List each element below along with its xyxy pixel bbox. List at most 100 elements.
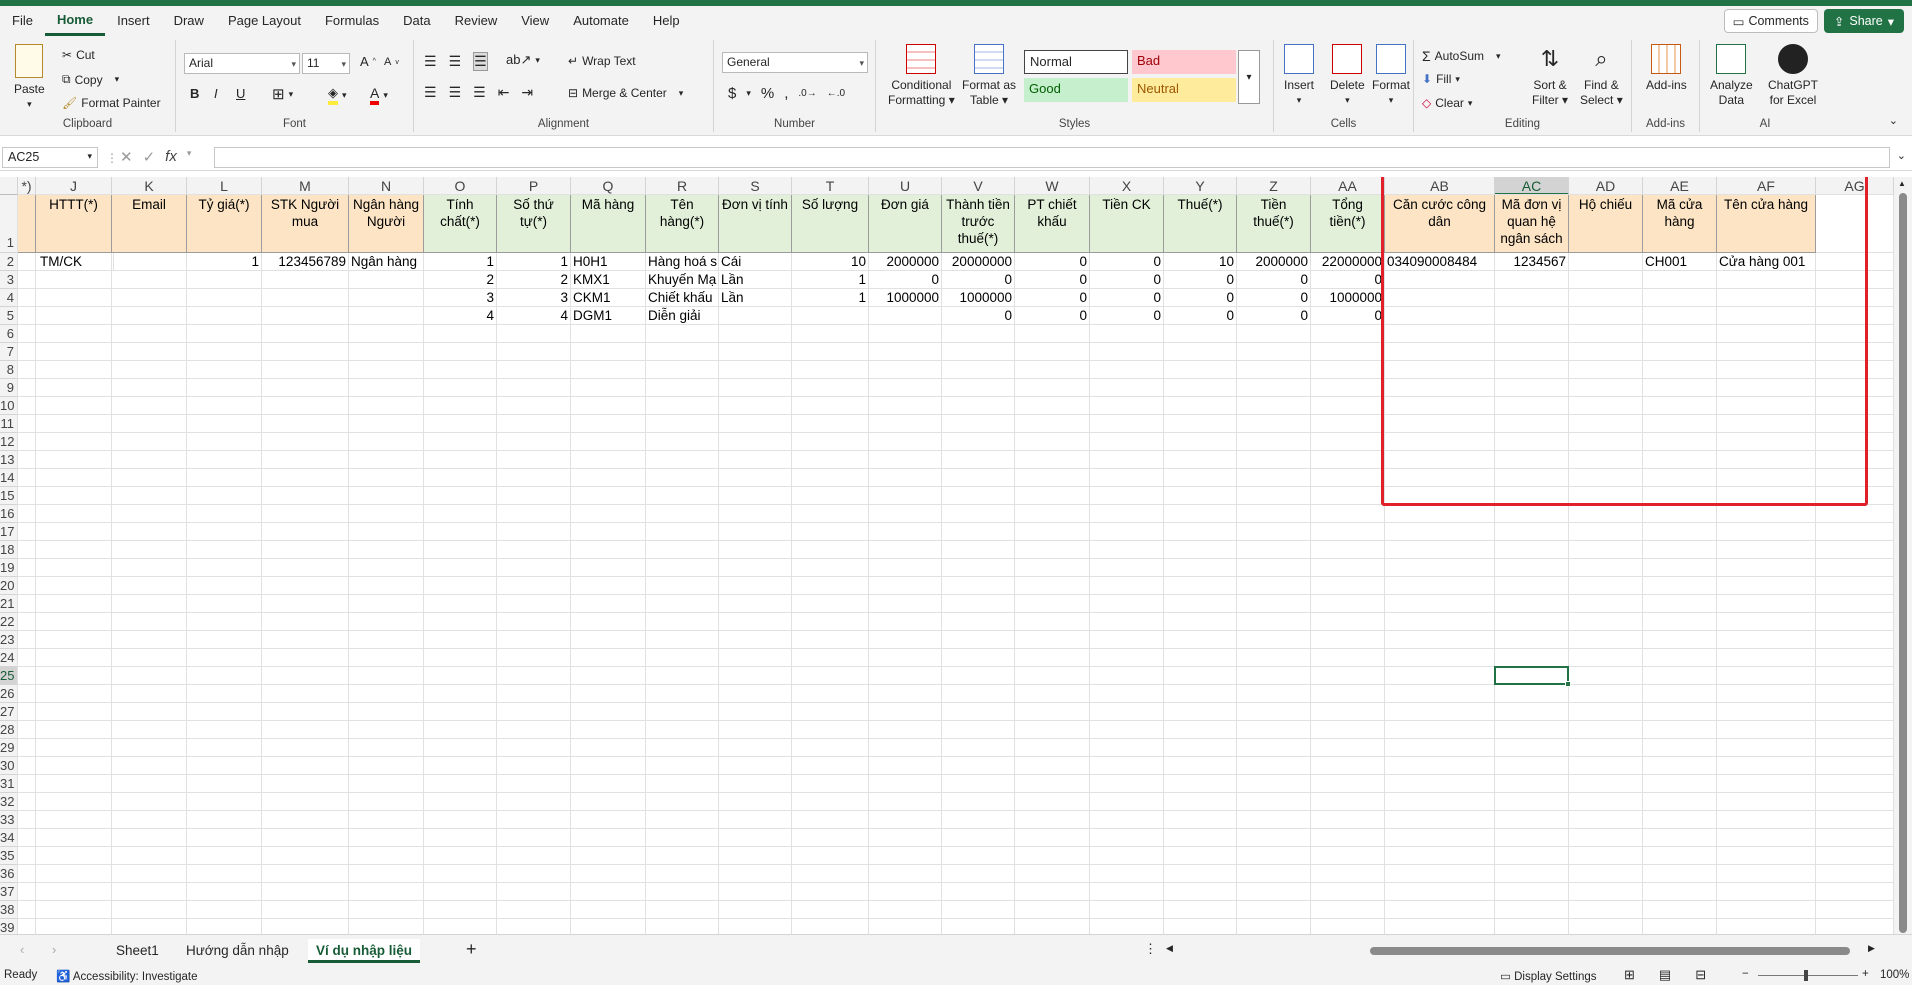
zoom-slider[interactable] (1758, 970, 1858, 981)
data-cell[interactable]: Lần (719, 289, 792, 307)
cancel-icon[interactable]: ✕ (120, 148, 133, 166)
row-header[interactable]: 24 (0, 649, 18, 667)
row-header[interactable]: 4 (0, 289, 18, 307)
data-cell[interactable]: DGM1 (571, 307, 646, 325)
cut-button[interactable]: ✂ Cut (62, 48, 95, 62)
data-cell[interactable]: 0 (1237, 307, 1311, 325)
horizontal-scroll-thumb[interactable] (1370, 947, 1850, 955)
active-cell-selection[interactable] (1494, 666, 1571, 687)
data-cell[interactable]: 1 (497, 253, 571, 271)
data-cell[interactable]: H0H1 (571, 253, 646, 271)
header-cell[interactable]: Tên hàng(*) (646, 195, 719, 253)
column-header[interactable]: R (646, 177, 719, 195)
row-header[interactable]: 31 (0, 775, 18, 793)
align-left-icon[interactable]: ☰ (424, 84, 437, 101)
zoom-slider-thumb[interactable] (1804, 970, 1808, 981)
data-cell[interactable]: 1 (187, 253, 262, 271)
horizontal-align-buttons[interactable]: ☰ ☰ ☰ ⇤ ⇥ (424, 84, 533, 101)
data-cell[interactable]: 2 (424, 271, 497, 289)
row-header[interactable]: 16 (0, 505, 18, 523)
header-cell[interactable]: PT chiết khấu (1015, 195, 1090, 253)
format-cells-button[interactable]: Format ▾ (1372, 44, 1410, 108)
vertical-scroll-thumb[interactable] (1899, 193, 1907, 933)
column-header[interactable]: T (792, 177, 869, 195)
sheet-tab-huong-dan[interactable]: Hướng dẫn nhập (178, 939, 297, 963)
vertical-align-buttons[interactable]: ☰ ☰ ☰ (424, 52, 488, 71)
data-cell[interactable]: 0 (1015, 307, 1090, 325)
align-top-icon[interactable]: ☰ (424, 53, 437, 70)
addins-button[interactable]: Add-ins (1646, 44, 1687, 93)
row-header[interactable]: 29 (0, 739, 18, 757)
data-cell[interactable]: Cái (719, 253, 792, 271)
currency-icon[interactable]: $ (728, 85, 736, 102)
data-cell[interactable]: 0 (1164, 307, 1237, 325)
formula-bar-menu-icon[interactable]: ⋮ (106, 151, 118, 165)
row-header[interactable]: 9 (0, 379, 18, 397)
column-header[interactable]: V (942, 177, 1015, 195)
bold-button[interactable]: B (190, 86, 199, 101)
header-cell[interactable]: Ngân hàng Người (349, 195, 424, 253)
sort-filter-button[interactable]: ⇅ Sort & Filter ▾ (1532, 44, 1568, 108)
header-cell[interactable]: Tiền thuế(*) (1237, 195, 1311, 253)
find-select-button[interactable]: ⌕ Find & Select ▾ (1580, 44, 1623, 108)
column-header[interactable]: U (869, 177, 942, 195)
row-header[interactable]: 15 (0, 487, 18, 505)
select-all-corner[interactable] (0, 177, 18, 195)
data-cell[interactable]: 0 (1015, 289, 1090, 307)
header-cell[interactable]: STK Người mua (262, 195, 349, 253)
data-cell[interactable]: 2000000 (1237, 253, 1311, 271)
header-cell[interactable]: Thành tiền trước thuế(*) (942, 195, 1015, 253)
data-cell[interactable]: 1000000 (869, 289, 942, 307)
header-cell[interactable]: Tiền CK (1090, 195, 1164, 253)
data-cell[interactable]: 4 (424, 307, 497, 325)
menu-help[interactable]: Help (641, 6, 692, 36)
fill-button[interactable]: ⬇ Fill ▾ (1422, 72, 1460, 86)
vertical-scrollbar[interactable]: ▲ (1894, 177, 1912, 934)
row-header[interactable]: 33 (0, 811, 18, 829)
format-painter-button[interactable]: 🖌 Format Painter (62, 96, 161, 110)
increase-indent-icon[interactable]: ⇥ (521, 84, 533, 101)
header-cell[interactable]: Tỷ giá(*) (187, 195, 262, 253)
menu-file[interactable]: File (0, 6, 45, 36)
data-cell[interactable]: 0 (1164, 271, 1237, 289)
header-cell[interactable]: Thuế(*) (1164, 195, 1237, 253)
row-header[interactable]: 23 (0, 631, 18, 649)
horizontal-scrollbar[interactable] (1170, 946, 1860, 956)
data-cell[interactable]: 0 (942, 271, 1015, 289)
expand-formula-bar-button[interactable]: ⌄ (1897, 149, 1906, 162)
data-cell[interactable]: 1000000 (942, 289, 1015, 307)
data-cell[interactable]: 0 (1090, 307, 1164, 325)
data-cell[interactable]: 0 (1311, 307, 1385, 325)
row-header[interactable]: 27 (0, 703, 18, 721)
zoom-in-button[interactable]: + (1862, 968, 1869, 980)
row-header[interactable]: 10 (0, 397, 18, 415)
row-header[interactable]: 3 (0, 271, 18, 289)
align-right-icon[interactable]: ☰ (473, 84, 486, 101)
row-header[interactable]: 34 (0, 829, 18, 847)
header-cell[interactable]: Tổng tiền(*) (1311, 195, 1385, 253)
row-header[interactable]: 39 (0, 919, 18, 934)
menu-home[interactable]: Home (44, 6, 106, 36)
normal-view-icon[interactable]: ⊞ (1624, 967, 1635, 983)
insert-function-icon[interactable]: fx (165, 148, 177, 166)
menu-insert[interactable]: Insert (105, 6, 162, 36)
data-cell[interactable]: 2000000 (869, 253, 942, 271)
column-header[interactable]: W (1015, 177, 1090, 195)
insert-cells-button[interactable]: Insert ▾ (1284, 44, 1314, 108)
row-header[interactable]: 35 (0, 847, 18, 865)
data-cell[interactable]: 0 (1015, 253, 1090, 271)
data-cell[interactable]: 0 (1090, 271, 1164, 289)
font-name-select[interactable]: Arial ▾ (184, 53, 300, 74)
percent-icon[interactable]: % (761, 85, 774, 102)
sheet-tab-sheet1[interactable]: Sheet1 (108, 939, 167, 963)
page-break-view-icon[interactable]: ⊟ (1695, 967, 1706, 983)
header-cell[interactable]: Đơn vị tính (719, 195, 792, 253)
analyze-data-button[interactable]: Analyze Data (1710, 44, 1753, 108)
data-cell[interactable]: 0 (1237, 271, 1311, 289)
header-cell[interactable]: Số lượng (792, 195, 869, 253)
sheet-tab-vi-du[interactable]: Ví dụ nhập liệu (308, 939, 421, 963)
scroll-right-icon[interactable]: ▶ (1868, 943, 1875, 954)
column-header[interactable]: K (112, 177, 187, 195)
row-header[interactable]: 18 (0, 541, 18, 559)
decrease-decimal-icon[interactable]: ←.0 (827, 88, 845, 99)
